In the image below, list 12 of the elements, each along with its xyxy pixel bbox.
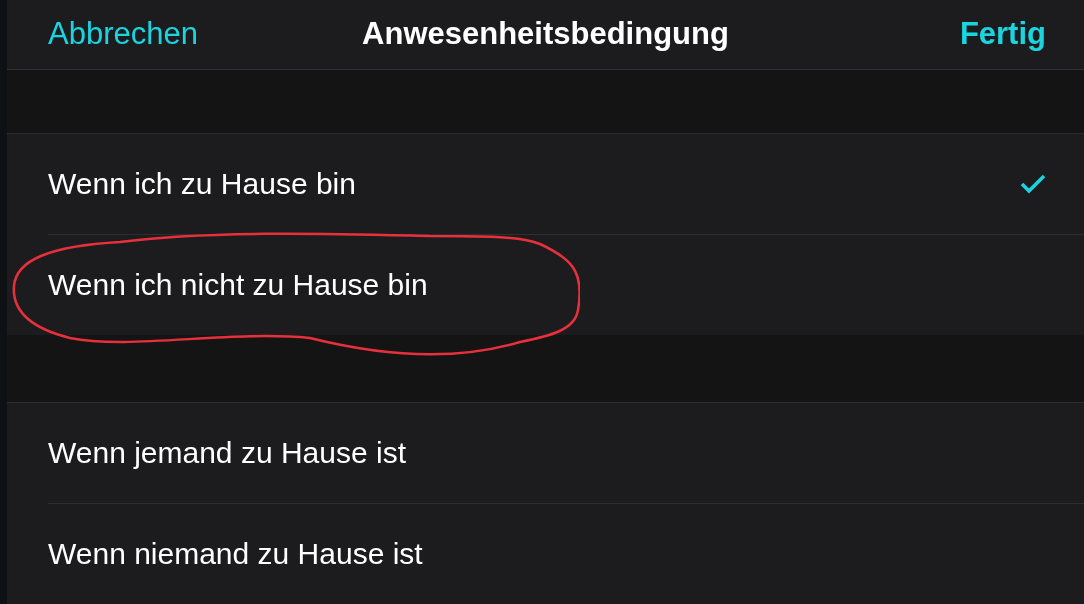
option-row[interactable]: Wenn jemand zu Hause ist bbox=[48, 403, 1084, 504]
option-label: Wenn ich zu Hause bin bbox=[48, 167, 356, 202]
checkmark-icon bbox=[1020, 174, 1046, 195]
option-row[interactable]: Wenn ich nicht zu Hause bin bbox=[48, 235, 1084, 336]
option-label: Wenn ich nicht zu Hause bin bbox=[48, 268, 428, 303]
cancel-button[interactable]: Abbrechen bbox=[48, 16, 198, 53]
option-label: Wenn jemand zu Hause ist bbox=[48, 436, 406, 470]
option-row[interactable]: Wenn ich zu Hause bin bbox=[48, 134, 1084, 236]
sheet-title: Anwesenheitsbedingung bbox=[362, 16, 729, 53]
option-row[interactable]: Wenn niemand zu Hause ist bbox=[48, 504, 1084, 604]
done-button[interactable]: Fertig bbox=[959, 16, 1046, 53]
option-label: Wenn niemand zu Hause ist bbox=[48, 537, 423, 571]
